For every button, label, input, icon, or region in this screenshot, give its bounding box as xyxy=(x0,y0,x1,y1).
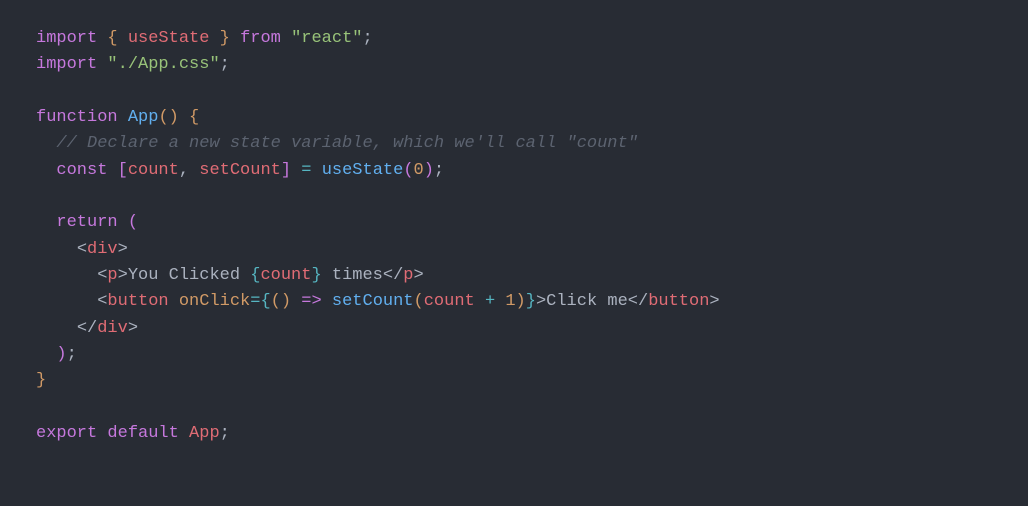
code-line: return ( xyxy=(36,213,138,232)
code-line: // Declare a new state variable, which w… xyxy=(36,134,638,153)
code-line: const [count, setCount] = useState(0); xyxy=(36,161,444,180)
code-line: <button onClick={() => setCount(count + … xyxy=(36,292,720,311)
code-block: import { useState } from "react"; import… xyxy=(36,26,992,448)
code-line: import { useState } from "react"; xyxy=(36,29,373,48)
code-line: } xyxy=(36,371,46,390)
code-line: function App() { xyxy=(36,108,199,127)
code-line: export default App; xyxy=(36,424,230,443)
code-line: ); xyxy=(36,345,77,364)
code-line: <div> xyxy=(36,240,128,259)
code-comment: // Declare a new state variable, which w… xyxy=(56,134,638,153)
code-line: </div> xyxy=(36,319,138,338)
code-line: import "./App.css"; xyxy=(36,55,230,74)
code-line: <p>You Clicked {count} times</p> xyxy=(36,266,424,285)
